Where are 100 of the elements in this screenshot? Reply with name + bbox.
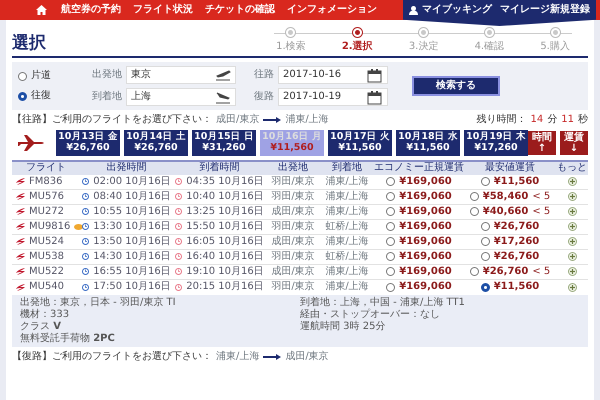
- time-text: 16:40 10月16日: [186, 250, 264, 263]
- destination-text: 浦東/上海: [285, 114, 329, 126]
- date-tab[interactable]: 10月19日 木 ¥17,260: [464, 130, 528, 156]
- seconds-value: 11: [561, 114, 574, 126]
- time-text: 16:05 10月16日: [186, 236, 264, 248]
- time-text: 17:50 10月16日: [93, 281, 171, 294]
- input-field[interactable]: 上海: [126, 88, 236, 106]
- route-prompt: 【往路】ご利用のフライトをお選び下さい：: [12, 114, 212, 126]
- detail-text: 到着地：上海，中国 - 浦東/上海 TT1: [300, 296, 466, 308]
- origin-cell-text: 羽田/東京: [270, 281, 316, 294]
- flight-number: MU272: [29, 206, 64, 218]
- column-header: フライト: [25, 162, 67, 174]
- seats-left-text: < 5: [532, 266, 550, 278]
- seconds-unit: 秒: [578, 114, 588, 126]
- register-link[interactable]: マイレージ新規登録: [500, 4, 590, 16]
- fare-price: ¥11,560: [494, 176, 540, 188]
- destination-cell-text: 浦東/上海: [324, 281, 370, 294]
- nav-link[interactable]: 航空券の予約: [55, 4, 127, 16]
- flight-number: MU538: [29, 250, 64, 263]
- date-tab[interactable]: 10月13日 金 ¥26,760: [56, 130, 120, 156]
- date-tab[interactable]: 10月18日 水 ¥11,560: [396, 130, 460, 156]
- fare-price: ¥169,060: [399, 266, 452, 278]
- time-text: 14:30 10月16日: [93, 250, 171, 263]
- flight-number: MU576: [29, 190, 64, 203]
- flight-number: MU522: [29, 266, 64, 278]
- fare-price: ¥26,760: [494, 250, 540, 263]
- fare-price: ¥40,660: [482, 206, 528, 218]
- fare-price: ¥169,060: [399, 250, 452, 263]
- origin-cell-text: 成田/東京: [270, 266, 316, 278]
- trip-type-radio[interactable]: 片道: [18, 70, 78, 82]
- destination-cell-text: 虹桥/上海: [324, 220, 370, 233]
- sort-button[interactable]: 時間 ↑: [528, 130, 556, 155]
- flight-number: MU9816: [29, 220, 70, 233]
- fare-price: ¥169,060: [399, 206, 452, 218]
- date-tab[interactable]: 10月17日 火 ¥11,560: [328, 130, 392, 156]
- time-text: 19:10 10月16日: [186, 266, 264, 278]
- column-header: 最安値運賃: [484, 162, 536, 174]
- detail-text: 出発地：東京，日本 - 羽田/東京 TI: [20, 296, 177, 308]
- time-text: 02:00 10月16日: [93, 176, 171, 188]
- flight-number: MU524: [29, 236, 64, 248]
- detail-text: 機材：333: [20, 308, 70, 321]
- detail-text: 経由・ストップオーバー：なし: [300, 308, 441, 320]
- fare-price: ¥58,460: [482, 190, 528, 203]
- field-label: 往路: [253, 69, 274, 81]
- fare-price: ¥169,060: [399, 176, 452, 188]
- flight-number: MU540: [29, 281, 64, 294]
- destination-text: 成田/東京: [285, 350, 329, 363]
- fare-price: ¥11,560: [494, 281, 540, 294]
- input-field[interactable]: 2017-10-16: [278, 66, 388, 84]
- sort-button[interactable]: 運賃 ↓: [560, 130, 588, 155]
- page-title: 選択: [12, 32, 46, 53]
- fare-price: ¥26,760: [494, 220, 540, 233]
- column-header: 出発時間: [106, 162, 148, 174]
- search-button[interactable]: 検索する: [412, 76, 500, 96]
- flight-number: FM836: [29, 176, 62, 188]
- fare-price: ¥169,060: [399, 190, 452, 203]
- destination-cell-text: 浦東/上海: [324, 176, 370, 188]
- step-label: 2.選択: [342, 41, 373, 53]
- time-text: 08:40 10月16日: [93, 190, 171, 203]
- origin-cell-text: 羽田/東京: [270, 250, 316, 263]
- trip-type-radio[interactable]: 往復: [18, 90, 78, 102]
- destination-cell-text: 浦東/上海: [324, 266, 370, 278]
- input-field[interactable]: 2017-10-19: [278, 88, 388, 106]
- nav-link[interactable]: フライト状況: [127, 4, 199, 16]
- origin-cell-text: 羽田/東京: [270, 220, 316, 233]
- route-prompt: 【復路】ご利用のフライトをお選び下さい：: [12, 350, 212, 363]
- field-label: 到着地: [91, 91, 122, 103]
- input-field[interactable]: 東京: [126, 66, 236, 84]
- time-text: 04:35 10月16日: [186, 176, 264, 188]
- destination-cell-text: 虹桥/上海: [324, 250, 370, 263]
- fare-price: ¥17,260: [494, 236, 540, 248]
- step-label: 1.検索: [276, 41, 306, 53]
- destination-cell-text: 浦東/上海: [324, 206, 370, 218]
- field-label: 出発地: [91, 69, 122, 81]
- nav-link[interactable]: チケットの確認: [199, 4, 281, 16]
- column-header: 到着地: [331, 162, 363, 174]
- detail-text: クラス V: [20, 320, 62, 332]
- nav-link[interactable]: インフォメーション: [281, 4, 383, 16]
- remaining-time-label: 残り時間：: [476, 114, 527, 126]
- destination-cell-text: 浦東/上海: [324, 236, 370, 248]
- my-booking-link[interactable]: マイブッキング: [409, 4, 492, 16]
- step-label: 4.確認: [474, 41, 504, 53]
- fare-price: ¥169,060: [399, 281, 452, 294]
- detail-text: 運航時間 3時 25分: [300, 320, 386, 333]
- time-text: 15:50 10月16日: [186, 220, 264, 233]
- minutes-unit: 分: [547, 114, 558, 126]
- origin-cell-text: 羽田/東京: [270, 190, 316, 203]
- origin-cell-text: 成田/東京: [270, 236, 316, 248]
- column-header: エコノミー正規運賃: [374, 162, 464, 174]
- origin-text: 浦東/上海: [216, 350, 260, 363]
- time-text: 10:40 10月16日: [186, 190, 264, 203]
- date-tab[interactable]: 10月15日 日 ¥31,260: [192, 130, 256, 156]
- column-header: 出発地: [277, 162, 309, 174]
- date-tab[interactable]: 10月14日 土 ¥26,760: [124, 130, 188, 156]
- origin-cell-text: 羽田/東京: [270, 176, 316, 188]
- time-text: 10:55 10月16日: [93, 206, 171, 218]
- origin-cell-text: 成田/東京: [270, 206, 316, 218]
- time-text: 13:25 10月16日: [186, 206, 264, 218]
- detail-text: 無料受託手荷物 2PC: [20, 332, 116, 345]
- seats-left-text: < 5: [532, 206, 550, 218]
